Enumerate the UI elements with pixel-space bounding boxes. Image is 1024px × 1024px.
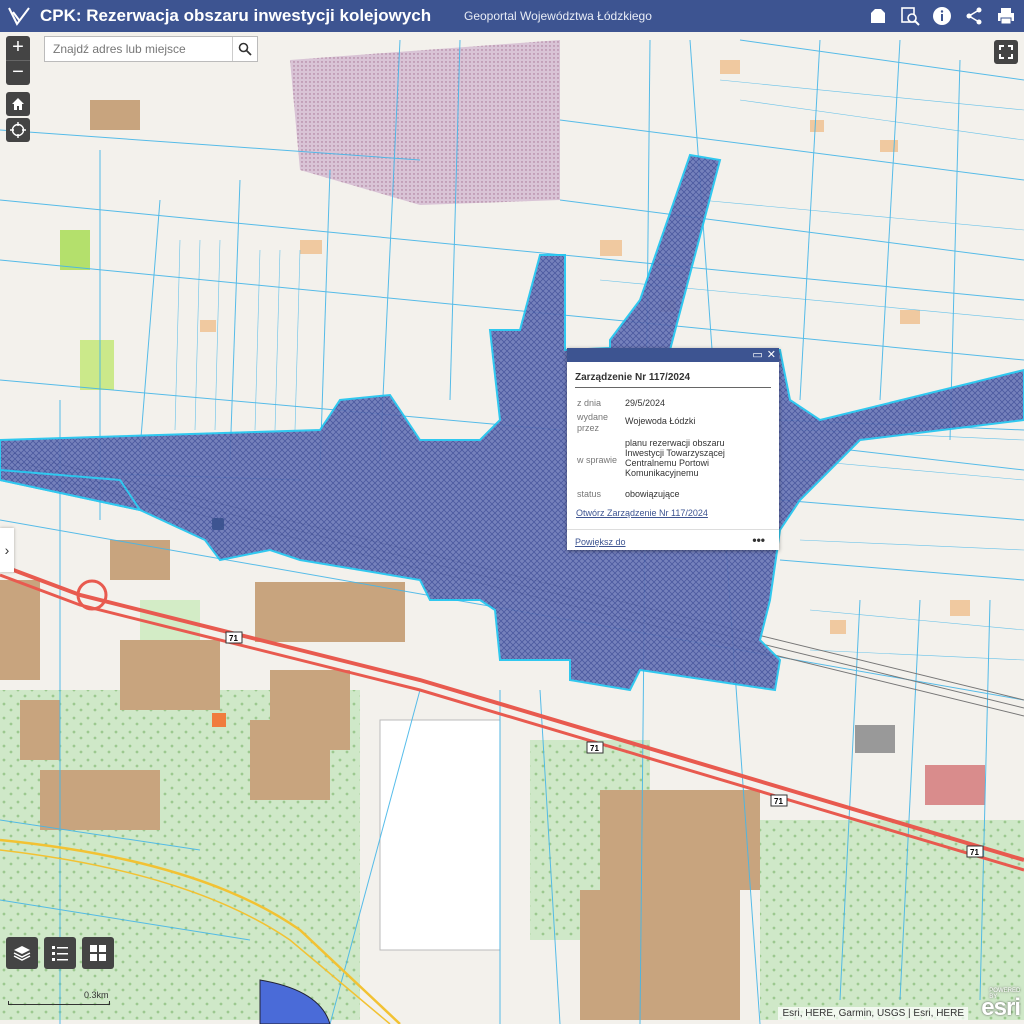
search-layer-icon[interactable] — [898, 4, 922, 28]
popup-title: Zarządzenie Nr 117/2024 — [575, 372, 771, 388]
zoom-controls: + − — [6, 36, 30, 85]
more-options-button[interactable]: ••• — [752, 533, 765, 547]
home-icon — [12, 98, 24, 110]
basemap-gallery-button[interactable] — [82, 937, 114, 969]
popup-attribute-row: z dnia 29/5/2024 — [577, 398, 666, 408]
legend-icon — [52, 946, 68, 961]
scale-label: 0.3km — [84, 990, 109, 1000]
legend-button[interactable] — [44, 937, 76, 969]
esri-logo: POWERED BY esri — [981, 988, 1021, 1021]
fullscreen-icon — [999, 45, 1013, 59]
road-shield-label: 71 — [590, 744, 599, 753]
attribution: Esri, HERE, Garmin, USGS | Esri, HERE — [778, 1007, 968, 1020]
popup-attribute-row: w sprawie planu rezerwacji obszaru Inwes… — [577, 438, 725, 478]
basemap-icon[interactable] — [866, 4, 890, 28]
road-shield-label: 71 — [774, 797, 783, 806]
fullscreen-button[interactable] — [994, 40, 1018, 64]
home-button[interactable] — [6, 92, 30, 116]
station-icon — [212, 518, 224, 530]
powered-by-label: POWERED BY — [989, 988, 1021, 1000]
search-icon — [238, 42, 252, 56]
layers-icon — [13, 946, 31, 961]
close-icon[interactable]: ✕ — [767, 349, 776, 361]
info-icon[interactable] — [930, 4, 954, 28]
app-logo-icon — [4, 0, 34, 32]
share-icon[interactable] — [962, 4, 986, 28]
maximize-icon[interactable]: ▭ — [752, 349, 762, 361]
app-header: CPK: Rezerwacja obszaru inwestycji kolej… — [0, 0, 1024, 32]
search-box — [44, 36, 258, 62]
zoom-out-button[interactable]: − — [6, 60, 30, 85]
zoom-to-link[interactable]: Powiększ do — [575, 537, 626, 547]
layers-button[interactable] — [6, 937, 38, 969]
popup-attribute-row: wydane przez Wojewoda Łódzki — [577, 412, 696, 433]
popup-attribute-row: status obowiązujące — [577, 489, 680, 499]
portal-name: Geoportal Województwa Łódzkiego — [464, 9, 652, 23]
open-document-link[interactable]: Otwórz Zarządzenie Nr 117/2024 — [576, 508, 708, 518]
road-shield-label: 71 — [970, 848, 979, 857]
app-title: CPK: Rezerwacja obszaru inwestycji kolej… — [40, 6, 432, 25]
zoom-in-button[interactable]: + — [6, 36, 30, 60]
map-view[interactable]: 71 71 71 71 — [0, 32, 1024, 1024]
feature-popup: ▭ ✕ Zarządzenie Nr 117/2024 z dnia 29/5/… — [567, 348, 779, 550]
print-icon[interactable] — [994, 4, 1018, 28]
chevron-right-icon: › — [4, 542, 10, 558]
scale-bar: 0.3km — [8, 990, 118, 1005]
search-input[interactable] — [45, 37, 232, 61]
locate-icon — [10, 122, 26, 138]
road-shield-label: 71 — [229, 634, 238, 643]
side-panel-toggle[interactable]: › — [0, 528, 14, 572]
grid-icon — [90, 945, 106, 961]
locate-button[interactable] — [6, 118, 30, 142]
search-button[interactable] — [232, 37, 257, 61]
